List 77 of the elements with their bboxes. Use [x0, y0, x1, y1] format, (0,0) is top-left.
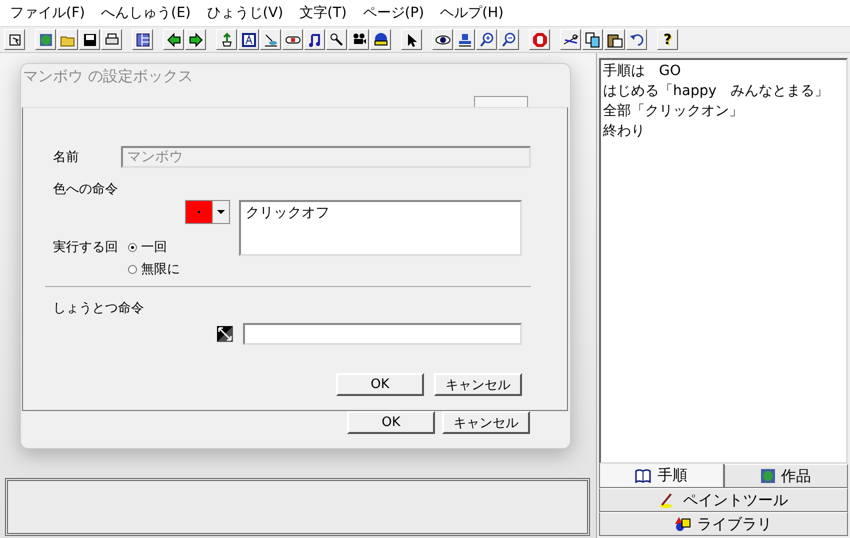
- background-button[interactable]: キャンセル: [442, 411, 530, 434]
- tool-button[interactable]: [101, 29, 122, 50]
- radio-option[interactable]: 一回: [128, 238, 180, 256]
- tool-button[interactable]: [132, 29, 153, 50]
- color-dropdown[interactable]: [185, 200, 230, 224]
- tool-button[interactable]: [401, 29, 422, 50]
- panel-tab[interactable]: ペイントツール: [599, 488, 848, 512]
- tool-button[interactable]: [370, 29, 391, 50]
- tool-button[interactable]: [185, 29, 206, 50]
- collision-icon: [217, 326, 233, 342]
- panel-tab[interactable]: 手順: [599, 464, 724, 488]
- menu-item[interactable]: ヘルプ(H): [434, 2, 510, 24]
- tool-button[interactable]: [260, 29, 281, 50]
- command-text-field[interactable]: クリックオフ: [239, 200, 522, 256]
- tool-button[interactable]: [432, 29, 453, 50]
- panel-tab[interactable]: ライブラリ: [599, 512, 848, 536]
- globe-icon: [38, 32, 54, 48]
- left-arrow-icon: [166, 32, 182, 48]
- tool-button[interactable]: [238, 29, 259, 50]
- tool-button[interactable]: [454, 29, 475, 50]
- menu-item[interactable]: ひょうじ(V): [200, 2, 290, 24]
- caret-icon: [217, 210, 225, 214]
- tool-button[interactable]: [304, 29, 325, 50]
- columns-icon: [134, 32, 150, 48]
- color-command-label: 色への命令: [53, 182, 118, 197]
- tool-button[interactable]: [582, 29, 603, 50]
- menu-item[interactable]: へんしゅう(E): [94, 2, 197, 24]
- globe-icon: [760, 469, 775, 483]
- tool-button[interactable]: [604, 29, 625, 50]
- tool-button[interactable]: [79, 29, 100, 50]
- pointer-box-icon: [6, 32, 22, 48]
- collision-command-field[interactable]: [242, 323, 522, 345]
- tool-button[interactable]: [326, 29, 347, 50]
- menu-item[interactable]: ページ(P): [356, 2, 430, 24]
- copy-icon: [584, 32, 600, 48]
- menu-item[interactable]: 文字(T): [293, 2, 353, 24]
- script-editor[interactable]: 手順は GO はじめる「happy みんなとまる」 全部「クリックオン」 終わり: [599, 58, 848, 464]
- tool-button[interactable]: [498, 29, 519, 50]
- stamp-icon: [456, 32, 472, 48]
- name-label: 名前: [53, 149, 79, 166]
- script-line: 終わり: [603, 122, 646, 141]
- tool-button[interactable]: [560, 29, 581, 50]
- collision-label: しょうとつ命令: [53, 300, 144, 317]
- script-line: はじめる「happy みんなとまる」: [603, 82, 830, 101]
- tool-button[interactable]: [4, 29, 25, 50]
- floppy-icon: [82, 32, 98, 48]
- script-line: 手順は GO: [603, 62, 682, 81]
- repeat-label: 実行する回: [53, 239, 118, 257]
- stop-hand-icon: [532, 32, 548, 48]
- undo-icon: [628, 32, 644, 48]
- tool-button[interactable]: [163, 29, 184, 50]
- paste-icon: [606, 32, 622, 48]
- music-note-icon: [306, 32, 322, 48]
- tool-button[interactable]: [476, 29, 497, 50]
- help-button[interactable]: ?: [657, 29, 678, 50]
- tool-button[interactable]: [626, 29, 647, 50]
- dialog-button[interactable]: キャンセル: [434, 373, 522, 396]
- background-button[interactable]: OK: [347, 411, 435, 434]
- tool-button[interactable]: [348, 29, 369, 50]
- menu-item[interactable]: ファイル(F): [4, 2, 91, 24]
- zoom-out-icon: [500, 32, 516, 48]
- printer-icon: [104, 32, 120, 48]
- book-icon: [635, 468, 652, 482]
- tool-button[interactable]: [35, 29, 56, 50]
- script-line: 全部「クリックオン」: [603, 102, 744, 121]
- letter-box-icon: [240, 32, 256, 48]
- radio-option[interactable]: 無限に: [128, 260, 180, 278]
- dialog-button[interactable]: OK: [336, 373, 424, 396]
- shapes-icon: [675, 516, 691, 532]
- tool-button[interactable]: [216, 29, 237, 50]
- zoom-in-icon: [478, 32, 494, 48]
- tool-button[interactable]: [282, 29, 303, 50]
- scissors-icon: [562, 32, 578, 48]
- right-arrow-icon: [188, 32, 204, 48]
- panel-tab[interactable]: 作品: [724, 464, 848, 488]
- helmet-icon: [372, 32, 388, 48]
- dialog-title: マンボウ の設定ボックス: [23, 67, 193, 86]
